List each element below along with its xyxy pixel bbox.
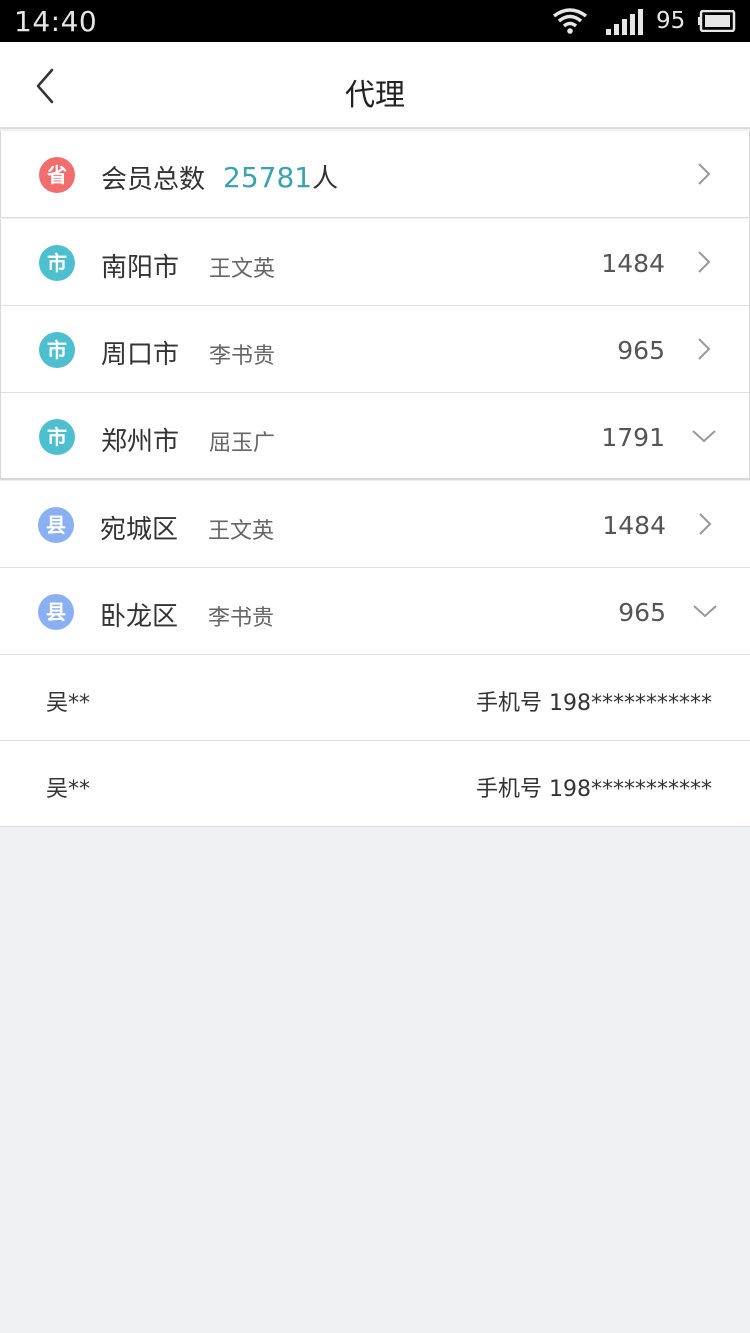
battery-icon	[698, 10, 736, 32]
page-title: 代理	[345, 78, 405, 113]
member-row[interactable]: 吴** 手机号 198***********	[0, 741, 750, 827]
region-count: 1484	[602, 511, 666, 540]
region-row[interactable]: 市 郑州市 屈玉广 1791	[0, 393, 750, 480]
region-name: 郑州市	[101, 427, 180, 457]
region-row[interactable]: 市 周口市 李书贵 965	[0, 306, 750, 393]
region-agent: 王文英	[208, 519, 275, 544]
member-total-unit: 人	[312, 164, 339, 194]
region-row[interactable]: 县 卧龙区 李书贵 965	[0, 568, 750, 655]
member-total-value: 25781人	[223, 158, 338, 195]
city-badge: 市	[39, 419, 75, 455]
region-count: 1791	[601, 423, 665, 452]
city-badge: 市	[39, 332, 75, 368]
city-badge: 市	[39, 245, 75, 281]
battery-level: 95	[656, 8, 686, 34]
region-count: 1484	[601, 249, 665, 278]
member-total-label: 会员总数	[101, 165, 206, 195]
county-badge: 县	[38, 507, 74, 543]
province-badge: 省	[39, 157, 75, 193]
region-row[interactable]: 县 宛城区 王文英 1484	[0, 481, 750, 568]
status-bar: 14:40 95	[0, 0, 750, 42]
wifi-icon	[552, 8, 588, 34]
region-name: 卧龙区	[100, 602, 179, 632]
member-name: 吴**	[46, 691, 91, 716]
region-count: 965	[618, 598, 666, 627]
chevron-right-icon	[698, 338, 711, 360]
county-badge: 县	[38, 594, 74, 630]
chevron-down-icon	[692, 430, 716, 443]
member-phone: 手机号 198***********	[476, 691, 712, 716]
member-row[interactable]: 吴** 手机号 198***********	[0, 655, 750, 741]
chevron-right-icon	[698, 251, 711, 273]
region-name: 周口市	[101, 340, 180, 370]
member-total-count: 25781	[223, 161, 313, 194]
member-name: 吴**	[46, 777, 91, 802]
region-row[interactable]: 市 南阳市 王文英 1484	[0, 219, 750, 306]
chevron-right-icon	[699, 513, 712, 535]
region-agent: 李书贵	[209, 344, 276, 369]
signal-icon	[606, 9, 643, 35]
region-agent: 屈玉广	[209, 431, 276, 456]
chevron-right-icon	[698, 163, 711, 185]
region-agent: 王文英	[209, 257, 276, 282]
status-time: 14:40	[14, 5, 98, 38]
chevron-down-icon	[693, 605, 717, 618]
region-name: 南阳市	[101, 253, 180, 283]
member-phone: 手机号 198***********	[476, 777, 712, 802]
nav-bar: 代理	[0, 42, 750, 129]
member-total-row[interactable]: 省 会员总数 25781人	[0, 131, 750, 218]
region-name: 宛城区	[100, 515, 179, 545]
region-agent: 李书贵	[208, 606, 275, 631]
region-count: 965	[617, 336, 665, 365]
